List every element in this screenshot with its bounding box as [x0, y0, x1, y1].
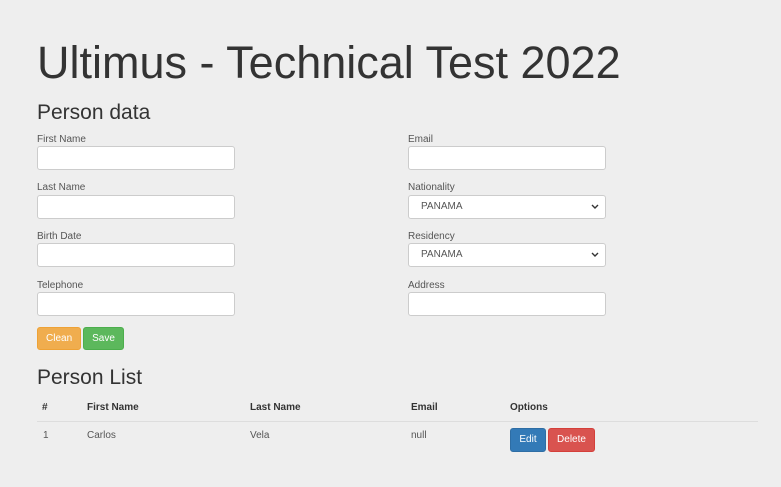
column-header-first-name: First Name: [87, 402, 139, 413]
email-input[interactable]: [408, 146, 606, 170]
edit-button[interactable]: Edit: [510, 428, 546, 452]
person-list-heading: Person List: [37, 366, 143, 389]
nationality-select[interactable]: PANAMA: [408, 195, 606, 219]
row-first-name: Carlos: [87, 430, 116, 441]
column-header-options: Options: [510, 402, 548, 413]
last-name-input[interactable]: [37, 195, 235, 219]
table-header-divider: [37, 421, 758, 422]
row-email: null: [411, 430, 427, 441]
page: Ultimus - Technical Test 2022 Person dat…: [0, 0, 781, 487]
delete-button[interactable]: Delete: [548, 428, 595, 452]
birth-date-input[interactable]: [37, 243, 235, 267]
row-index: 1: [43, 430, 49, 441]
chevron-down-icon: [591, 204, 599, 209]
telephone-label: Telephone: [37, 280, 84, 291]
person-data-heading: Person data: [37, 101, 151, 124]
nationality-label: Nationality: [408, 182, 455, 193]
address-label: Address: [408, 280, 445, 291]
row-last-name: Vela: [250, 430, 270, 441]
first-name-label: First Name: [37, 134, 86, 145]
clean-button[interactable]: Clean: [37, 327, 81, 350]
email-label: Email: [408, 134, 434, 145]
column-header-index: #: [42, 402, 48, 413]
save-button[interactable]: Save: [83, 327, 124, 350]
first-name-input[interactable]: [37, 146, 235, 170]
residency-select[interactable]: PANAMA: [408, 243, 606, 267]
page-title: Ultimus - Technical Test 2022: [37, 37, 621, 88]
last-name-label: Last Name: [37, 182, 86, 193]
birth-date-label: Birth Date: [37, 231, 82, 242]
telephone-input[interactable]: [37, 292, 235, 316]
column-header-email: Email: [411, 402, 438, 413]
residency-label: Residency: [408, 231, 455, 242]
chevron-down-icon: [591, 252, 599, 257]
residency-selected-value: PANAMA: [421, 249, 463, 260]
address-input[interactable]: [408, 292, 606, 316]
column-header-last-name: Last Name: [250, 402, 301, 413]
nationality-selected-value: PANAMA: [421, 201, 463, 212]
